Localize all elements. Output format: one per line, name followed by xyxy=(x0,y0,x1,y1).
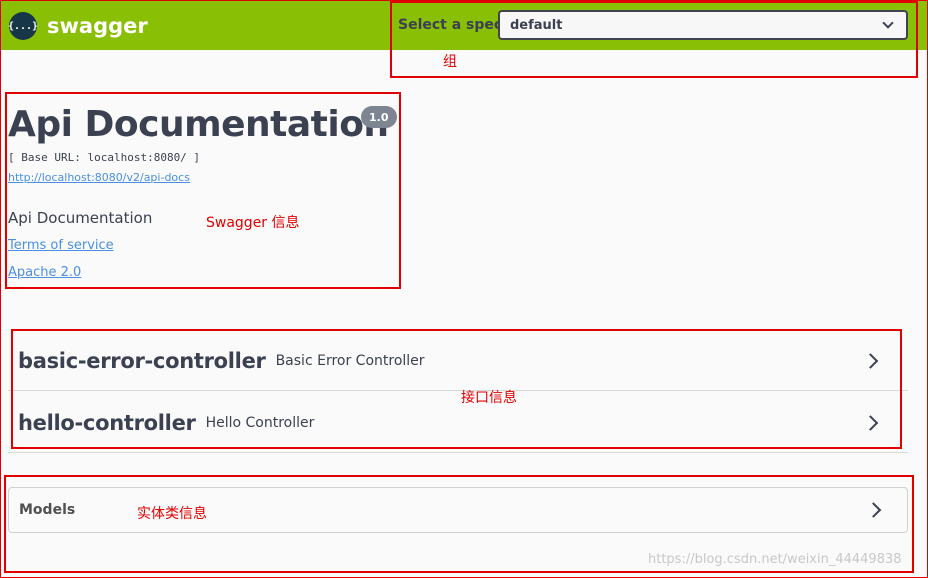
swagger-logo-icon: {...} xyxy=(8,12,38,40)
annotation-box-group xyxy=(390,1,918,78)
annotation-group: 组 xyxy=(443,54,457,70)
annotation-box-api-info xyxy=(11,329,902,449)
annotation-api-info: 接口信息 xyxy=(461,390,517,406)
annotation-entity-info: 实体类信息 xyxy=(137,506,207,522)
annotation-box-swagger-info xyxy=(5,92,401,289)
annotation-swagger-info: Swagger 信息 xyxy=(206,215,300,231)
watermark: https://blog.csdn.net/weixin_44449838 xyxy=(648,552,902,567)
brand-name: swagger xyxy=(47,14,148,38)
swagger-logo[interactable]: {...} swagger xyxy=(8,12,148,40)
